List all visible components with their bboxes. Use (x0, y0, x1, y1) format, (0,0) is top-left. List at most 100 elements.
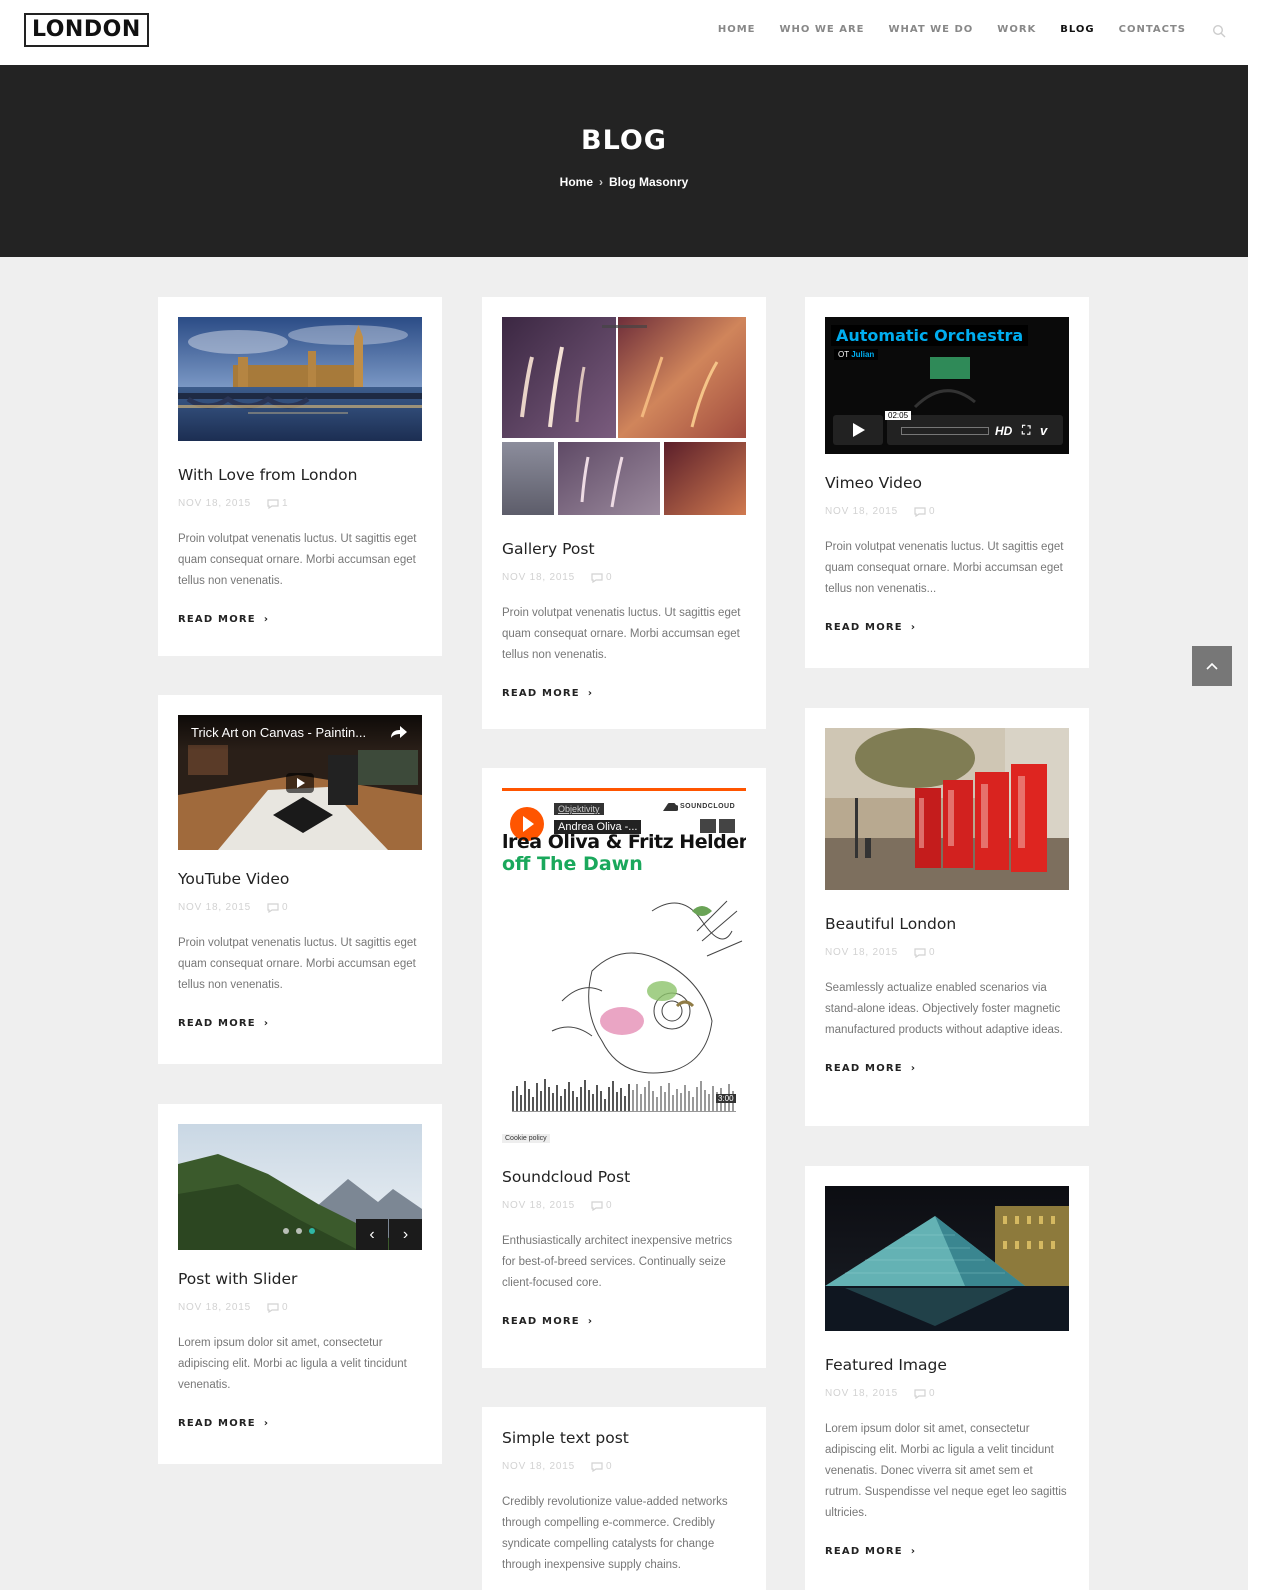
post-title[interactable]: YouTube Video (178, 870, 422, 888)
read-more-label: READ MORE (178, 1018, 256, 1029)
vimeo-video-title[interactable]: Automatic Orchestra (831, 325, 1029, 346)
read-more-label: READ MORE (825, 1063, 903, 1074)
search-icon[interactable] (1212, 24, 1226, 38)
post-date: NOV 18, 2015 (825, 947, 898, 958)
post-title[interactable]: Post with Slider (178, 1270, 422, 1288)
page-right-edge (1248, 65, 1280, 1590)
track-duration: 3:00 (716, 1094, 736, 1103)
post-card: Beautiful London NOV 18, 2015 0 Seamless… (805, 708, 1089, 1126)
slider-dot[interactable] (296, 1228, 302, 1234)
vimeo-logo-icon[interactable]: v (1040, 423, 1047, 438)
post-date: NOV 18, 2015 (178, 1302, 251, 1313)
read-more-label: READ MORE (502, 688, 580, 699)
comment-count: 1 (281, 498, 289, 509)
post-title[interactable]: Soundcloud Post (502, 1168, 746, 1186)
read-more-link[interactable]: READ MORE › (825, 1063, 916, 1074)
post-comments: 1 (267, 498, 288, 509)
post-title[interactable]: Featured Image (825, 1356, 1069, 1374)
soundcloud-user[interactable]: Objektivity (554, 803, 604, 815)
vimeo-hd-toggle[interactable]: HD (995, 424, 1012, 438)
nav-who-we-are[interactable]: WHO WE ARE (779, 24, 864, 35)
read-more-label: READ MORE (178, 1418, 256, 1429)
post-excerpt: Lorem ipsum dolor sit amet, consectetur … (825, 1423, 1067, 1519)
read-more-link[interactable]: READ MORE › (178, 1418, 269, 1429)
post-title[interactable]: Simple text post (502, 1429, 746, 1447)
comment-icon (591, 1200, 603, 1211)
post-comments: 0 (591, 572, 612, 583)
post-title[interactable]: Beautiful London (825, 915, 1069, 933)
slider-next-button[interactable]: › (389, 1219, 422, 1250)
chevron-right-icon: › (263, 1418, 270, 1429)
chevron-right-icon: › (587, 1316, 594, 1327)
chevron-right-icon: › (263, 1018, 270, 1029)
youtube-video-title[interactable]: Trick Art on Canvas - Paintin... (191, 725, 366, 740)
vimeo-play-button[interactable] (833, 415, 883, 445)
fullscreen-icon[interactable]: ⛶ (1022, 423, 1030, 438)
artwork-text-line2: off The Dawn (502, 853, 643, 875)
cookie-policy-link[interactable]: Cookie policy (502, 1134, 550, 1143)
post-title[interactable]: Vimeo Video (825, 474, 1069, 492)
read-more-label: READ MORE (502, 1316, 580, 1327)
read-more-link[interactable]: READ MORE › (502, 1316, 593, 1327)
read-more-link[interactable]: READ MORE › (178, 1018, 269, 1029)
read-more-label: READ MORE (825, 622, 903, 633)
post-card: Automatic Orchestra OT Julian 02:05 HD ⛶… (805, 297, 1089, 668)
back-to-top-button[interactable] (1192, 646, 1232, 686)
page-title: BLOG (581, 125, 667, 156)
post-excerpt: Credibly revolutionize value-added netwo… (502, 1496, 728, 1571)
post-image-london-parliament[interactable] (178, 317, 422, 441)
read-more-link[interactable]: READ MORE › (825, 622, 916, 633)
soundcloud-player[interactable]: Objektivity Andrea Oliva -... SOUNDCLOUD… (502, 788, 746, 1148)
comment-icon (267, 1302, 279, 1313)
nav-home[interactable]: HOME (718, 24, 756, 35)
page-hero: BLOG Home › Blog Masonry (0, 65, 1248, 257)
comment-icon (591, 1461, 603, 1472)
post-title[interactable]: Gallery Post (502, 540, 746, 558)
breadcrumb-home[interactable]: Home (560, 175, 593, 189)
read-more-link[interactable]: READ MORE › (178, 614, 269, 625)
post-image-phone-boxes[interactable] (825, 728, 1069, 890)
post-date: NOV 18, 2015 (178, 498, 251, 509)
read-more-link[interactable]: READ MORE › (825, 1546, 916, 1557)
post-card: With Love from London NOV 18, 2015 1 Pro… (158, 297, 442, 656)
play-icon[interactable] (286, 773, 314, 793)
post-card: Simple text post NOV 18, 2015 0 Credibly… (482, 1407, 766, 1590)
youtube-embed[interactable]: Trick Art on Canvas - Paintin... (178, 715, 422, 850)
post-excerpt: Lorem ipsum dolor sit amet, consectetur … (178, 1337, 407, 1391)
comment-count: 0 (281, 1302, 289, 1313)
slider-dot[interactable] (283, 1228, 289, 1234)
post-image-louvre-pyramid[interactable] (825, 1186, 1069, 1331)
post-meta: NOV 18, 2015 0 (502, 572, 746, 583)
gallery-grid[interactable] (502, 317, 746, 515)
read-more-link[interactable]: READ MORE › (502, 688, 593, 699)
nav-contacts[interactable]: CONTACTS (1119, 24, 1186, 35)
post-meta: NOV 18, 2015 0 (502, 1200, 746, 1211)
vimeo-progress-bar[interactable] (901, 427, 989, 435)
post-meta: NOV 18, 2015 0 (178, 902, 422, 913)
breadcrumb-separator-icon: › (599, 175, 603, 189)
post-excerpt: Enthusiastically architect inexpensive m… (502, 1235, 733, 1289)
site-logo[interactable]: LONDON (24, 13, 149, 47)
vimeo-author[interactable]: Julian (851, 350, 874, 359)
comment-icon (267, 498, 279, 509)
comment-icon (267, 902, 279, 913)
play-icon (853, 423, 865, 437)
slider-prev-button[interactable]: ‹ (356, 1219, 388, 1250)
share-icon[interactable] (390, 725, 408, 739)
nav-blog[interactable]: BLOG (1060, 24, 1094, 35)
post-excerpt: Proin volutpat venenatis luctus. Ut sagi… (178, 533, 417, 587)
image-slider[interactable]: ‹ › (178, 1124, 422, 1250)
nav-work[interactable]: WORK (997, 24, 1036, 35)
post-comments: 0 (267, 902, 288, 913)
post-excerpt: Proin volutpat venenatis luctus. Ut sagi… (178, 937, 417, 991)
vimeo-from: OT (838, 350, 849, 359)
post-title[interactable]: With Love from London (178, 466, 422, 484)
post-card: Gallery Post NOV 18, 2015 0 Proin volutp… (482, 297, 766, 729)
vimeo-byline: OT Julian (834, 349, 879, 360)
vimeo-embed[interactable]: Automatic Orchestra OT Julian 02:05 HD ⛶… (825, 317, 1069, 454)
post-meta: NOV 18, 2015 0 (825, 506, 1069, 517)
nav-what-we-do[interactable]: WHAT WE DO (888, 24, 973, 35)
post-date: NOV 18, 2015 (502, 1461, 575, 1472)
slider-dot-active[interactable] (309, 1228, 315, 1234)
chevron-right-icon: › (910, 1063, 917, 1074)
